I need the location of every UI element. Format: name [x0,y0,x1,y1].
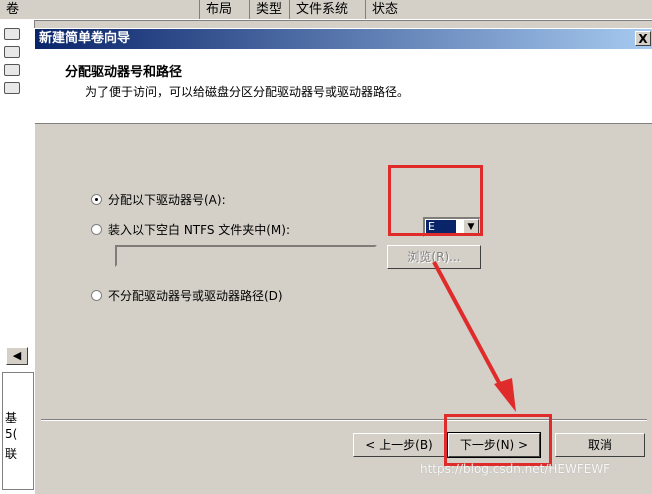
watermark: https://blog.csdn.net/HEWFEWF [420,462,611,476]
disk-size: 5( [5,427,18,441]
column-layout[interactable]: 布局 [200,0,250,19]
folder-path-input[interactable] [115,245,377,267]
new-simple-volume-wizard: 新建简单卷向导 X 分配驱动器号和路径 为了便于访问，可以给磁盘分区分配驱动器号… [34,28,652,494]
button-separator [41,419,647,421]
drive-letter-select[interactable]: E ▼ [423,217,481,237]
option-no-assign-label: 不分配驱动器号或驱动器路径(D) [108,289,283,303]
column-type[interactable]: 类型 [250,0,290,19]
drive-letter-value: E [426,220,456,234]
back-button[interactable]: < 上一步(B) [353,433,445,457]
dropdown-arrow-icon[interactable]: ▼ [463,219,479,235]
close-button[interactable]: X [635,31,651,46]
next-button[interactable]: 下一步(N) > [447,432,541,458]
disk-label: 基 [5,411,18,425]
dialog-title: 新建简单卷向导 [39,31,131,46]
radio-no-assign[interactable] [91,290,102,301]
scroll-left-button[interactable]: ◀ [6,347,28,365]
column-status[interactable]: 状态 [366,0,652,19]
browse-button[interactable]: 浏览(R)... [387,245,481,269]
option-mount-folder[interactable]: 装入以下空白 NTFS 文件夹中(M): [91,221,290,238]
disk-status: 联 [5,447,18,461]
disk-icon [4,46,20,58]
option-assign-letter-label: 分配以下驱动器号(A): [108,193,226,207]
disk-icon [4,82,20,94]
option-assign-letter[interactable]: 分配以下驱动器号(A): [91,191,226,208]
radio-assign-letter[interactable] [91,194,102,205]
cancel-button[interactable]: 取消 [555,433,645,457]
option-no-assign[interactable]: 不分配驱动器号或驱动器路径(D) [91,287,283,304]
page-title: 分配驱动器号和路径 [65,65,183,80]
radio-mount-folder[interactable] [91,224,102,235]
disk-icon [4,64,20,76]
disk-map-panel: 基 5( 联 [2,372,34,490]
disk-icon [4,28,20,40]
column-filesystem[interactable]: 文件系统 [290,0,366,19]
wizard-header: 分配驱动器号和路径 为了便于访问，可以给磁盘分区分配驱动器号或驱动器路径。 [35,49,652,124]
column-volume[interactable]: 卷 [0,0,200,19]
page-subtitle: 为了便于访问，可以给磁盘分区分配驱动器号或驱动器路径。 [85,85,410,99]
dialog-titlebar[interactable]: 新建简单卷向导 X [35,29,652,49]
volume-list-header: 卷 布局 类型 文件系统 状态 [0,0,652,21]
option-mount-folder-label: 装入以下空白 NTFS 文件夹中(M): [108,223,291,237]
